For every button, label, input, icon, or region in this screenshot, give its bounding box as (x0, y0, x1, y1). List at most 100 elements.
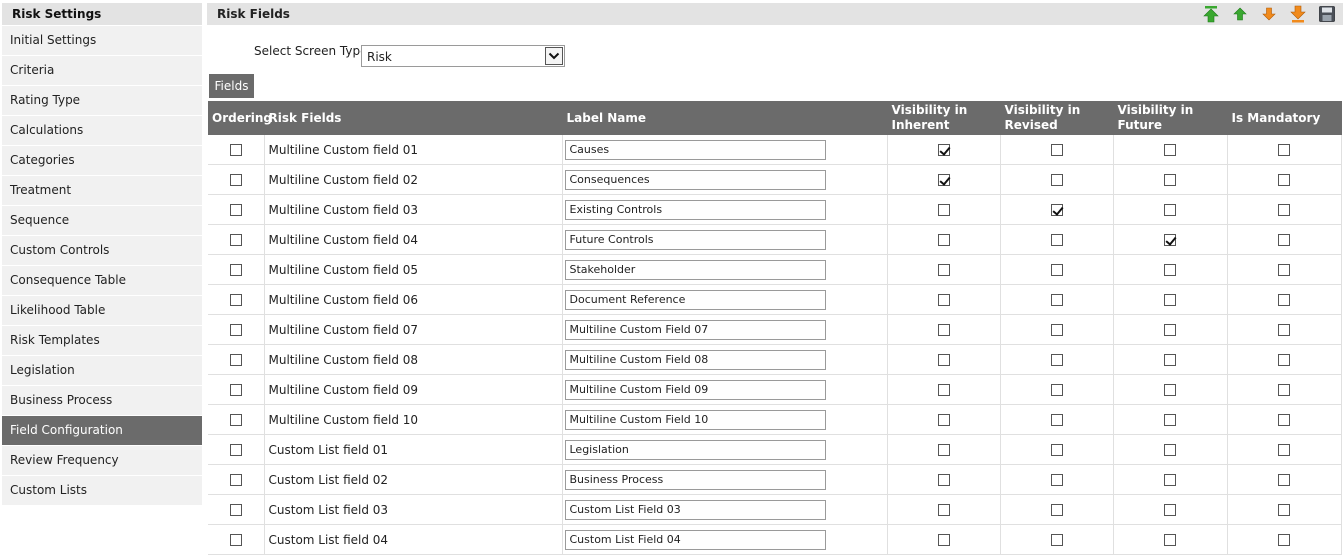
visibility-revised-checkbox[interactable] (1050, 414, 1063, 426)
visibility-revised-checkbox[interactable] (1050, 144, 1063, 156)
visibility-inherent-checkbox[interactable] (937, 294, 950, 306)
is-mandatory-checkbox[interactable] (1278, 354, 1290, 366)
is-mandatory-checkbox[interactable] (1278, 504, 1290, 516)
label-name-input[interactable] (564, 319, 826, 340)
sidebar-item-calculations[interactable]: Calculations (2, 115, 202, 145)
sidebar-item-likelihood-table[interactable]: Likelihood Table (2, 295, 202, 325)
label-name-input[interactable] (564, 439, 826, 460)
visibility-future-checkbox[interactable] (1164, 204, 1176, 216)
visibility-future-checkbox[interactable] (1164, 144, 1176, 156)
visibility-future-checkbox[interactable] (1164, 324, 1176, 336)
ordering-checkbox[interactable] (229, 234, 242, 246)
visibility-inherent-checkbox[interactable] (937, 324, 950, 336)
visibility-revised-checkbox[interactable] (1050, 174, 1063, 186)
visibility-revised-checkbox[interactable] (1050, 324, 1063, 336)
sidebar-item-custom-lists[interactable]: Custom Lists (2, 475, 202, 505)
label-name-input[interactable] (564, 349, 826, 370)
sidebar-item-categories[interactable]: Categories (2, 145, 202, 175)
sidebar-item-legislation[interactable]: Legislation (2, 355, 202, 385)
visibility-revised-checkbox[interactable] (1050, 384, 1063, 396)
visibility-future-checkbox[interactable] (1164, 504, 1176, 516)
visibility-inherent-checkbox[interactable] (937, 414, 950, 426)
visibility-revised-checkbox[interactable] (1050, 234, 1063, 246)
visibility-revised-checkbox[interactable] (1050, 354, 1063, 366)
visibility-future-checkbox[interactable] (1164, 174, 1176, 186)
ordering-checkbox[interactable] (229, 294, 242, 306)
visibility-inherent-checkbox[interactable] (937, 144, 950, 156)
visibility-revised-checkbox[interactable] (1050, 474, 1063, 486)
sidebar-item-rating-type[interactable]: Rating Type (2, 85, 202, 115)
label-name-input[interactable] (564, 409, 826, 430)
visibility-future-checkbox[interactable] (1164, 264, 1176, 276)
visibility-inherent-checkbox[interactable] (937, 264, 950, 276)
ordering-checkbox[interactable] (229, 264, 242, 276)
move-up-button[interactable] (1231, 5, 1249, 23)
ordering-checkbox[interactable] (229, 534, 242, 546)
is-mandatory-checkbox[interactable] (1278, 144, 1290, 156)
is-mandatory-checkbox[interactable] (1278, 234, 1290, 246)
move-bottom-button[interactable] (1289, 5, 1307, 23)
chevron-down-icon[interactable] (545, 47, 563, 65)
visibility-inherent-checkbox[interactable] (937, 474, 950, 486)
is-mandatory-checkbox[interactable] (1278, 174, 1290, 186)
sidebar-item-sequence[interactable]: Sequence (2, 205, 202, 235)
visibility-inherent-checkbox[interactable] (937, 354, 950, 366)
label-name-input[interactable] (564, 289, 826, 310)
visibility-revised-checkbox[interactable] (1050, 294, 1063, 306)
label-name-input[interactable] (564, 199, 826, 220)
sidebar-item-criteria[interactable]: Criteria (2, 55, 202, 85)
label-name-input[interactable] (564, 469, 826, 490)
is-mandatory-checkbox[interactable] (1278, 414, 1290, 426)
label-name-input[interactable] (564, 169, 826, 190)
visibility-future-checkbox[interactable] (1164, 234, 1176, 246)
visibility-revised-checkbox[interactable] (1050, 264, 1063, 276)
move-top-button[interactable] (1202, 5, 1220, 23)
ordering-checkbox[interactable] (229, 144, 242, 156)
ordering-checkbox[interactable] (229, 354, 242, 366)
sidebar-item-consequence-table[interactable]: Consequence Table (2, 265, 202, 295)
visibility-future-checkbox[interactable] (1164, 384, 1176, 396)
visibility-future-checkbox[interactable] (1164, 534, 1176, 546)
visibility-future-checkbox[interactable] (1164, 474, 1176, 486)
label-name-input[interactable] (564, 379, 826, 400)
tab-fields[interactable]: Fields (209, 74, 254, 98)
screen-type-select[interactable]: Risk (361, 45, 565, 67)
sidebar-item-business-process[interactable]: Business Process (2, 385, 202, 415)
sidebar-item-risk-templates[interactable]: Risk Templates (2, 325, 202, 355)
sidebar-item-review-frequency[interactable]: Review Frequency (2, 445, 202, 475)
label-name-input[interactable] (564, 499, 826, 520)
ordering-checkbox[interactable] (229, 174, 242, 186)
ordering-checkbox[interactable] (229, 204, 242, 216)
is-mandatory-checkbox[interactable] (1278, 264, 1290, 276)
ordering-checkbox[interactable] (229, 414, 242, 426)
sidebar-item-field-configuration[interactable]: Field Configuration (2, 415, 202, 445)
label-name-input[interactable] (564, 139, 826, 160)
visibility-inherent-checkbox[interactable] (937, 204, 950, 216)
visibility-inherent-checkbox[interactable] (937, 444, 950, 456)
sidebar-item-custom-controls[interactable]: Custom Controls (2, 235, 202, 265)
is-mandatory-checkbox[interactable] (1278, 204, 1290, 216)
visibility-inherent-checkbox[interactable] (937, 534, 950, 546)
sidebar-item-treatment[interactable]: Treatment (2, 175, 202, 205)
visibility-inherent-checkbox[interactable] (937, 384, 950, 396)
ordering-checkbox[interactable] (229, 504, 242, 516)
sidebar-item-initial-settings[interactable]: Initial Settings (2, 25, 202, 55)
ordering-checkbox[interactable] (229, 324, 242, 336)
label-name-input[interactable] (564, 229, 826, 250)
ordering-checkbox[interactable] (229, 444, 242, 456)
ordering-checkbox[interactable] (229, 474, 242, 486)
is-mandatory-checkbox[interactable] (1278, 534, 1290, 546)
visibility-revised-checkbox[interactable] (1050, 444, 1063, 456)
visibility-future-checkbox[interactable] (1164, 354, 1176, 366)
is-mandatory-checkbox[interactable] (1278, 294, 1290, 306)
visibility-inherent-checkbox[interactable] (937, 174, 950, 186)
visibility-inherent-checkbox[interactable] (937, 504, 950, 516)
is-mandatory-checkbox[interactable] (1278, 324, 1290, 336)
ordering-checkbox[interactable] (229, 384, 242, 396)
move-down-button[interactable] (1260, 5, 1278, 23)
visibility-future-checkbox[interactable] (1164, 294, 1176, 306)
is-mandatory-checkbox[interactable] (1278, 384, 1290, 396)
label-name-input[interactable] (564, 259, 826, 280)
visibility-future-checkbox[interactable] (1164, 444, 1176, 456)
is-mandatory-checkbox[interactable] (1278, 444, 1290, 456)
